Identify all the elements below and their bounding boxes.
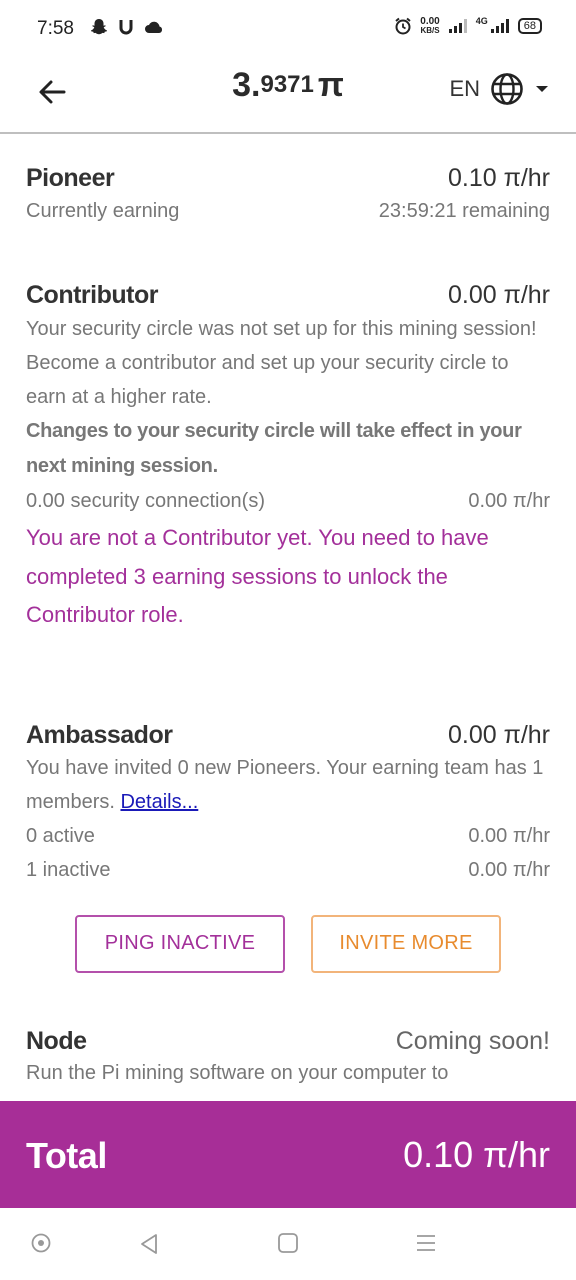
battery-icon: 68 bbox=[517, 18, 542, 34]
system-icons: 0.00 KB/S 4G 68 bbox=[394, 16, 542, 36]
ambassador-title: Ambassador bbox=[26, 720, 173, 749]
u-app-icon bbox=[119, 20, 133, 35]
snapchat-icon bbox=[91, 19, 107, 35]
node-section: Node Coming soon! Run the Pi mining soft… bbox=[26, 1027, 550, 1090]
earning-breakdown: Pioneer 0.10 π/hr Currently earning 23:5… bbox=[26, 136, 550, 1090]
balance-integer: 3. bbox=[232, 66, 261, 104]
nav-home-icon[interactable] bbox=[277, 1232, 299, 1254]
active-rate: 0.00 π/hr bbox=[468, 824, 550, 847]
cloud-icon bbox=[145, 21, 163, 33]
total-value: 0.10 π/hr bbox=[403, 1134, 550, 1175]
net-speed: 0.00 KB/S bbox=[420, 16, 440, 36]
contributor-notice: Changes to your security circle will tak… bbox=[26, 420, 522, 477]
node-title: Node bbox=[26, 1026, 87, 1055]
node-description: Run the Pi mining software on your compu… bbox=[26, 1061, 449, 1084]
ping-inactive-button[interactable]: PING INACTIVE bbox=[75, 914, 285, 973]
pi-symbol: π bbox=[317, 66, 344, 104]
ambassador-rate: 0.00 π/hr bbox=[447, 720, 550, 749]
signal-4g-icon bbox=[490, 19, 509, 33]
inactive-count: 1 inactive bbox=[26, 858, 111, 881]
node-status: Coming soon! bbox=[395, 1026, 550, 1055]
pioneer-title: Pioneer bbox=[26, 164, 115, 192]
pioneer-rate: 0.10 π/hr bbox=[447, 164, 550, 192]
inactive-rate: 0.00 π/hr bbox=[468, 858, 550, 881]
ambassador-description-text: You have invited 0 new Pioneers. Your ea… bbox=[26, 756, 544, 813]
contributor-description: Your security circle was not set up for … bbox=[26, 318, 537, 408]
net-speed-unit: KB/S bbox=[420, 26, 440, 35]
signal-icon bbox=[448, 19, 467, 33]
details-link[interactable]: Details... bbox=[120, 791, 198, 813]
chevron-down-icon bbox=[536, 86, 548, 92]
pioneer-status: Currently earning bbox=[26, 200, 180, 222]
status-bar: 7:58 0.00 KB/S 4G 68 bbox=[0, 0, 576, 58]
assistant-icon[interactable] bbox=[30, 1232, 52, 1254]
total-bar: Total 0.10 π/hr bbox=[0, 1101, 576, 1208]
nav-back-icon[interactable] bbox=[138, 1232, 160, 1256]
invite-more-button[interactable]: INVITE MORE bbox=[311, 914, 501, 973]
language-selector[interactable]: EN bbox=[449, 72, 554, 106]
notification-icons bbox=[90, 18, 164, 36]
active-count: 0 active bbox=[26, 824, 95, 847]
balance-decimals: 9371 bbox=[260, 71, 314, 98]
globe-icon bbox=[491, 73, 523, 105]
ambassador-actions: PING INACTIVE INVITE MORE bbox=[26, 914, 550, 973]
contributor-section: Contributor 0.00 π/hr Your security circ… bbox=[26, 281, 550, 635]
contributor-locked-message: You are not a Contributor yet. You need … bbox=[26, 525, 489, 627]
system-nav-bar bbox=[0, 1208, 576, 1280]
status-time: 7:58 bbox=[37, 18, 74, 39]
security-connections: 0.00 security connection(s) bbox=[26, 490, 266, 512]
net-speed-value: 0.00 bbox=[420, 16, 440, 27]
language-code: EN bbox=[449, 76, 480, 101]
contributor-title: Contributor bbox=[26, 281, 158, 309]
contributor-rate: 0.00 π/hr bbox=[447, 281, 550, 309]
ambassador-section: Ambassador 0.00 π/hr You have invited 0 … bbox=[26, 721, 550, 973]
nav-menu-icon[interactable] bbox=[415, 1232, 437, 1254]
security-connections-rate: 0.00 π/hr bbox=[468, 490, 550, 512]
app-header: 3.9371 π EN bbox=[0, 58, 576, 134]
ambassador-description: You have invited 0 new Pioneers. Your ea… bbox=[26, 751, 550, 819]
pioneer-section: Pioneer 0.10 π/hr Currently earning 23:5… bbox=[26, 164, 550, 228]
network-type: 4G bbox=[475, 16, 488, 26]
alarm-icon bbox=[395, 17, 411, 35]
total-label: Total bbox=[26, 1135, 107, 1176]
pioneer-remaining: 23:59:21 remaining bbox=[378, 200, 550, 222]
